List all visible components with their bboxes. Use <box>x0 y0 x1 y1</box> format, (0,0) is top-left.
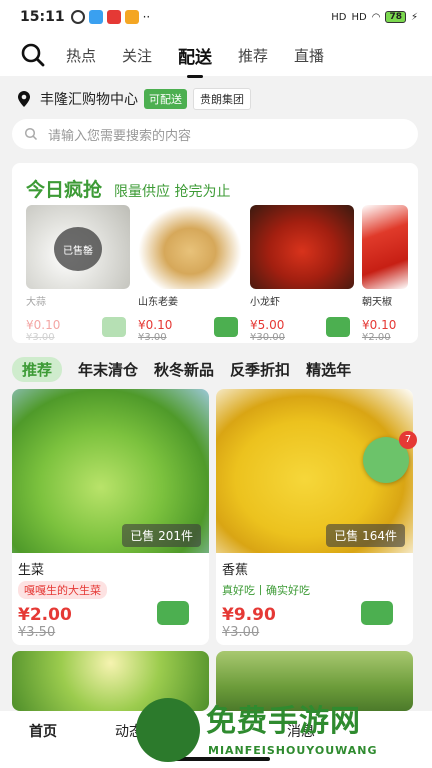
more-icon: ·· <box>142 10 151 24</box>
status-notification-icons: ·· <box>70 10 151 24</box>
location-pin-icon <box>18 91 30 107</box>
wifi-icon: ◠ <box>371 11 381 23</box>
nav-home[interactable]: 首页 <box>0 721 86 741</box>
add-to-cart-button[interactable] <box>214 317 238 337</box>
item-name: 大蒜 <box>26 297 46 308</box>
deal-title: 今日疯抢 <box>26 179 103 201</box>
deal-item-ginger[interactable]: 山东老姜 ¥0.10 ¥3.00 <box>138 205 242 343</box>
tab-delivery[interactable]: 配送 <box>178 43 212 78</box>
watermark-text: 免费手游网 <box>206 704 361 739</box>
search-placeholder: 请输入您需要搜索的内容 <box>48 128 192 144</box>
alarm-icon <box>70 10 85 24</box>
tab-recommend[interactable]: 推荐 <box>238 45 268 66</box>
flash-deal-section: 今日疯抢 限量供应 抢完为止 已售罄 大蒜 ¥0.10 ¥3.00 山东老姜 ¥… <box>12 163 418 343</box>
product-old-price: ¥3.00 <box>222 625 260 640</box>
crayfish-image <box>250 205 354 289</box>
product-old-price: ¥3.50 <box>18 625 56 640</box>
store-name: 丰隆汇购物中心 <box>40 92 138 108</box>
tab-live[interactable]: 直播 <box>294 45 324 66</box>
add-to-cart-button[interactable] <box>361 601 393 625</box>
product-tag: 真好吃丨确实好吃 <box>222 584 310 597</box>
top-nav: 热点 关注 配送 推荐 直播 <box>0 34 432 78</box>
category-tabs: 推荐 年末清仓 秋冬新品 反季折扣 精选年 <box>12 356 432 382</box>
product-title: 香蕉 <box>222 563 249 578</box>
chili-image <box>362 205 408 289</box>
location-bar[interactable]: 丰隆汇购物中心 可配送 贵朗集团 <box>0 84 432 114</box>
app-notify-icon <box>106 10 121 24</box>
category-clearance[interactable]: 年末清仓 <box>78 359 138 380</box>
item-name: 山东老姜 <box>138 297 178 308</box>
delivery-badge: 可配送 <box>144 89 187 109</box>
deal-subtitle: 限量供应 抢完为止 <box>114 184 231 200</box>
app-notify-icon <box>88 10 103 24</box>
item-name: 小龙虾 <box>250 297 280 308</box>
item-old-price: ¥2.00 <box>362 332 391 343</box>
watermark: 免费手游网 MIANFEISHOUYOUWANG <box>136 694 426 768</box>
search-input[interactable]: 请输入您需要搜索的内容 <box>12 119 418 149</box>
tab-follow[interactable]: 关注 <box>122 45 152 66</box>
deal-item-chili[interactable]: 朝天椒 ¥0.10 ¥2.00 <box>362 205 408 343</box>
battery-icon: 78 <box>385 11 406 23</box>
lettuce-image: 已售 201件 <box>12 389 209 553</box>
group-badge: 贵朗集团 <box>193 88 251 110</box>
search-icon <box>24 127 38 141</box>
product-title: 生菜 <box>18 563 45 578</box>
add-to-cart-button[interactable] <box>102 317 126 337</box>
status-right: HD HD ◠ 78 ⚡ <box>331 11 418 23</box>
cart-count-badge: 7 <box>399 431 417 449</box>
app-notify-icon <box>124 10 139 24</box>
product-card-lettuce[interactable]: 已售 201件 生菜 嘎嘎生的大生菜 ¥2.00 ¥3.50 <box>12 389 209 645</box>
add-to-cart-button[interactable] <box>326 317 350 337</box>
ginger-image <box>138 205 242 289</box>
sold-out-badge: 已售罄 <box>54 227 102 271</box>
product-tag: 嘎嘎生的大生菜 <box>18 581 107 599</box>
charging-icon: ⚡ <box>410 11 418 23</box>
add-to-cart-button[interactable] <box>157 601 189 625</box>
signal-icon: HD <box>331 11 347 23</box>
sold-count: 已售 201件 <box>122 524 201 547</box>
deal-item-garlic[interactable]: 已售罄 大蒜 ¥0.10 ¥3.00 <box>26 205 130 343</box>
sold-count: 已售 164件 <box>326 524 405 547</box>
product-card-banana[interactable]: 已售 164件 香蕉 真好吃丨确实好吃 ¥9.90 ¥3.00 <box>216 389 413 645</box>
category-selected[interactable]: 精选年 <box>306 359 351 380</box>
category-discount[interactable]: 反季折扣 <box>230 359 290 380</box>
item-name: 朝天椒 <box>362 297 392 308</box>
watermark-logo <box>136 698 200 762</box>
deal-item-crayfish[interactable]: 小龙虾 ¥5.00 ¥30.00 <box>250 205 354 343</box>
garlic-image: 已售罄 <box>26 205 130 289</box>
search-icon[interactable] <box>20 42 46 68</box>
category-new[interactable]: 秋冬新品 <box>154 359 214 380</box>
watermark-subtext: MIANFEISHOUYOUWANG <box>208 744 378 757</box>
signal-icon: HD <box>351 11 367 23</box>
category-recommend[interactable]: 推荐 <box>12 356 63 382</box>
status-time: 15:11 <box>20 9 65 25</box>
tab-hot[interactable]: 热点 <box>66 45 96 66</box>
status-bar: 15:11 ·· HD HD ◠ 78 ⚡ <box>0 0 432 34</box>
item-price: ¥0.10 <box>362 318 397 332</box>
